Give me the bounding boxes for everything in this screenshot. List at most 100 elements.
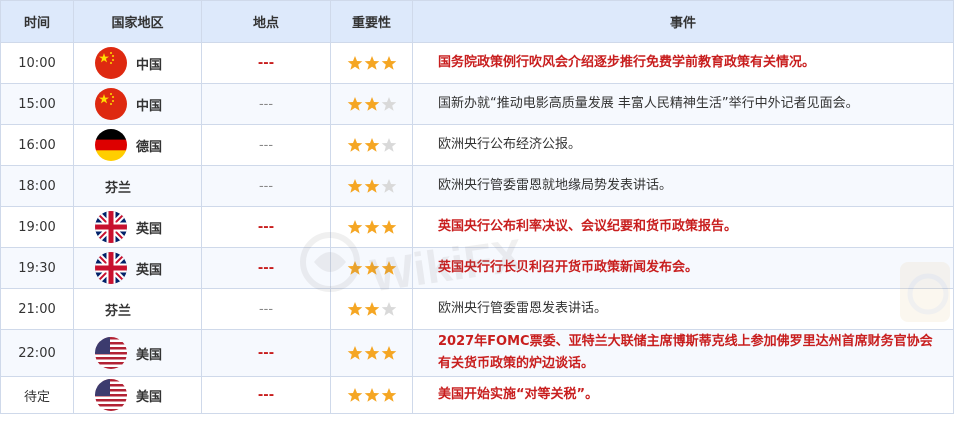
country-name: 中国 [136, 57, 163, 73]
country-name: 美国 [136, 389, 163, 405]
cell-time: 18:00 [0, 165, 74, 207]
star-filled-icon [347, 388, 362, 402]
cell-event: 国新办就“推动电影高质量发展 丰富人民精神生活”举行中外记者见面会。 [412, 83, 954, 125]
importance-stars [347, 260, 397, 276]
cell-importance [330, 288, 413, 330]
importance-stars [347, 301, 397, 317]
usa-flag-icon [95, 337, 127, 369]
cell-location: --- [201, 247, 331, 289]
cell-event: 英国央行行长贝利召开货币政策新闻发布会。 [412, 247, 954, 289]
cell-country: 美国 [73, 329, 202, 377]
star-filled-icon [364, 261, 379, 275]
importance-stars [347, 345, 397, 361]
country-name: 德国 [136, 139, 163, 155]
cell-country: 美国 [73, 376, 202, 414]
cell-location: --- [201, 83, 331, 125]
star-filled-icon [347, 56, 362, 70]
cell-importance [330, 83, 413, 125]
cell-importance [330, 206, 413, 248]
table-row: 19:00 英国 --- 英国央行公布利率决议、会议纪要和货币政策报告。 [0, 206, 954, 248]
uk-flag-icon [95, 211, 127, 243]
cell-importance [330, 329, 413, 377]
importance-stars [347, 137, 397, 153]
star-filled-icon [364, 302, 379, 316]
cell-importance [330, 247, 413, 289]
country-name: 美国 [136, 347, 163, 363]
importance-stars [347, 219, 397, 235]
header-importance: 重要性 [330, 0, 413, 43]
star-empty-icon [381, 179, 396, 193]
star-empty-icon [381, 138, 396, 152]
cell-time: 21:00 [0, 288, 74, 330]
cell-location: --- [201, 288, 331, 330]
china-flag-icon [95, 47, 127, 79]
star-filled-icon [347, 138, 362, 152]
table-header-row: 时间 国家地区 地点 重要性 事件 [0, 0, 954, 43]
star-empty-icon [381, 302, 396, 316]
cell-importance [330, 165, 413, 207]
table-row: 18:00 芬兰 --- 欧洲央行管委雷恩就地缘局势发表讲话。 [0, 165, 954, 207]
table-row: 15:00 中国 --- 国新办就“推动电影高质量发展 丰富人民精神生活”举行中外记… [0, 83, 954, 125]
importance-stars [347, 387, 397, 403]
star-filled-icon [381, 388, 396, 402]
star-filled-icon [364, 388, 379, 402]
star-filled-icon [347, 220, 362, 234]
star-filled-icon [381, 261, 396, 275]
cell-country: 德国 [73, 124, 202, 166]
importance-stars [347, 55, 397, 71]
cell-time: 10:00 [0, 42, 74, 84]
importance-stars [347, 96, 397, 112]
star-filled-icon [364, 346, 379, 360]
germany-flag-icon [95, 129, 127, 161]
cell-event: 英国央行公布利率决议、会议纪要和货币政策报告。 [412, 206, 954, 248]
header-location: 地点 [201, 0, 331, 43]
cell-event: 2027年FOMC票委、亚特兰大联储主席博斯蒂克线上参加佛罗里达州首席财务官协会… [412, 329, 954, 377]
table-row: 19:30 英国 --- 英国央行行长贝利召开货币政策新闻发布会。 [0, 247, 954, 289]
country-name: 英国 [136, 262, 163, 278]
cell-time: 19:00 [0, 206, 74, 248]
star-filled-icon [381, 220, 396, 234]
uk-flag-icon [95, 252, 127, 284]
star-filled-icon [347, 179, 362, 193]
table-row: 10:00 中国 --- 国务院政策例行吹风会介绍逐步推行免费学前教育政策有关情况。 [0, 42, 954, 84]
cell-country: 中国 [73, 83, 202, 125]
china-flag-icon [95, 88, 127, 120]
cell-location: --- [201, 124, 331, 166]
cell-time: 16:00 [0, 124, 74, 166]
star-filled-icon [381, 346, 396, 360]
table-row: 16:00 德国 --- 欧洲央行公布经济公报。 [0, 124, 954, 166]
cell-location: --- [201, 206, 331, 248]
cell-event: 欧洲央行公布经济公报。 [412, 124, 954, 166]
cell-importance [330, 124, 413, 166]
star-filled-icon [364, 56, 379, 70]
star-filled-icon [347, 97, 362, 111]
star-filled-icon [347, 261, 362, 275]
cell-location: --- [201, 376, 331, 414]
cell-importance [330, 42, 413, 84]
table-row: 待定 美国 --- 美国开始实施“对等关税”。 [0, 376, 954, 414]
cell-importance [330, 376, 413, 414]
star-filled-icon [381, 56, 396, 70]
table-row: 21:00 芬兰 --- 欧洲央行管委雷恩发表讲话。 [0, 288, 954, 330]
cell-event: 欧洲央行管委雷恩发表讲话。 [412, 288, 954, 330]
economic-calendar-table: 时间 国家地区 地点 重要性 事件 10:00 中国 --- 国务院政策例行吹风会介… [0, 0, 954, 414]
cell-country: 中国 [73, 42, 202, 84]
usa-flag-icon [95, 379, 127, 411]
cell-location: --- [201, 42, 331, 84]
country-name: 芬兰 [105, 180, 132, 196]
cell-event: 美国开始实施“对等关税”。 [412, 376, 954, 414]
cell-location: --- [201, 165, 331, 207]
cell-country: 英国 [73, 206, 202, 248]
cell-time: 19:30 [0, 247, 74, 289]
header-event: 事件 [412, 0, 954, 43]
cell-time: 待定 [0, 376, 74, 414]
cell-country: 芬兰 [73, 165, 202, 207]
cell-event: 欧洲央行管委雷恩就地缘局势发表讲话。 [412, 165, 954, 207]
star-filled-icon [364, 220, 379, 234]
country-name: 中国 [136, 98, 163, 114]
star-filled-icon [364, 179, 379, 193]
star-empty-icon [381, 97, 396, 111]
table-row: 22:00 美国 --- 2027年FOMC票委、亚特兰大联储主席博斯蒂克线上参加佛… [0, 329, 954, 377]
cell-time: 15:00 [0, 83, 74, 125]
star-filled-icon [364, 97, 379, 111]
